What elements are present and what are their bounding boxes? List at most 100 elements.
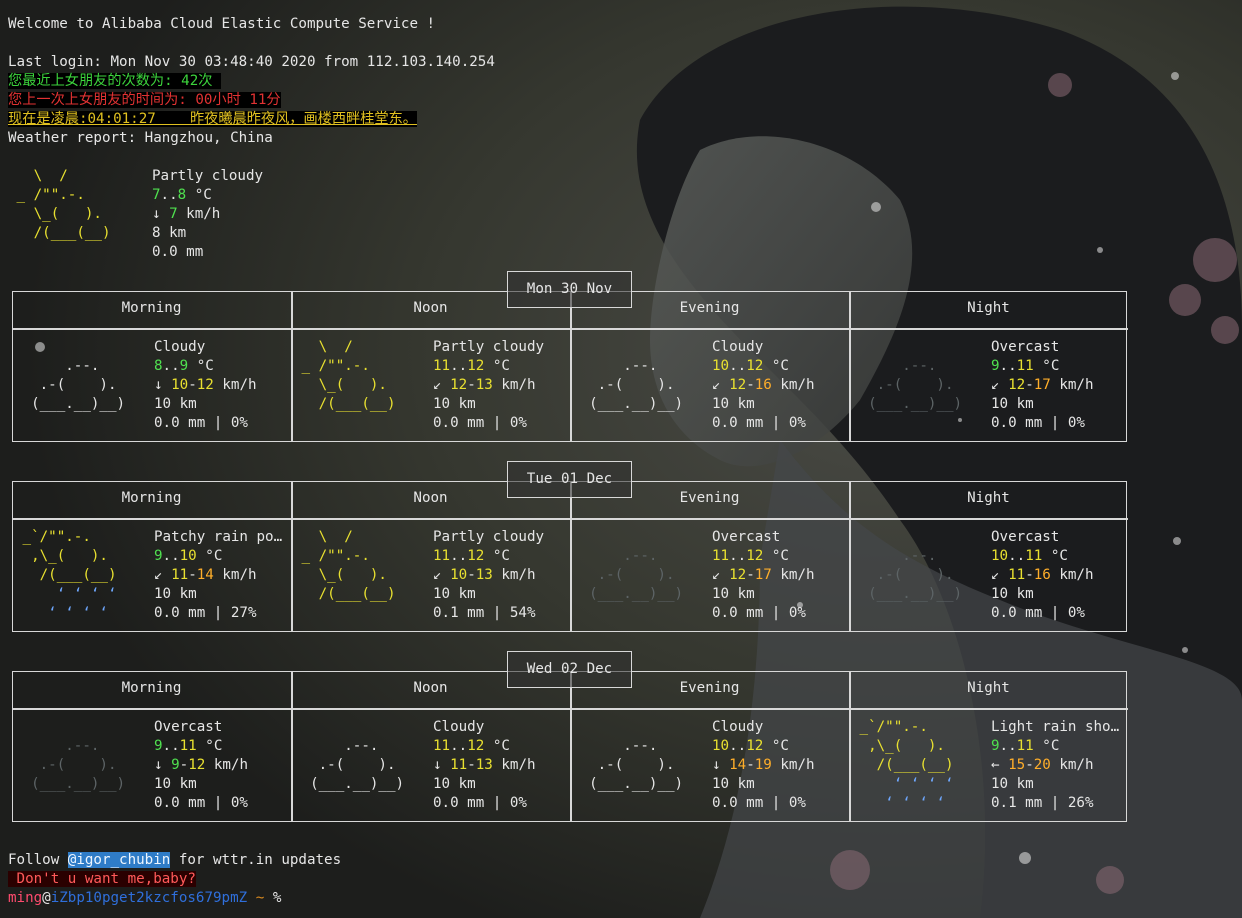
art-line: .-( ).	[572, 757, 675, 773]
current-wind: ↓ 7 km/h	[152, 206, 221, 222]
forecast-cell: .--. .-( ). (___.__)__) Overcast 10..11 °C…	[851, 528, 1130, 623]
art-line	[572, 528, 712, 547]
wind-range: ↓ 11-13 km/h	[433, 757, 536, 773]
forecast-table: Morning Noon Evening Night Mon 30 Nov .--. .…	[12, 271, 1130, 443]
condition-text: Partly cloudy	[433, 529, 545, 545]
condition-text: Overcast	[991, 339, 1060, 355]
art-line: (___.__)__)	[14, 776, 126, 792]
weather-details: Light rain sho… 9..11 °C ← 15-20 km/h 10 km…	[991, 718, 1129, 813]
motd-line-3: 现在是凌晨:04:01:27 昨夜曦晨昨夜风，画楼西畔桂堂东。	[8, 110, 417, 129]
art-line: _`/"".-.	[851, 719, 928, 735]
art-line: \ /	[293, 339, 353, 355]
current-art-line: _ /"".-.	[8, 187, 85, 203]
period-header: Night	[967, 680, 1010, 696]
condition-text: Partly cloudy	[433, 339, 545, 355]
art-line: \ /	[293, 529, 353, 545]
visibility: 10 km	[154, 586, 197, 602]
motd-line-2: 您上一次上女朋友的时间为: 00小时 11分	[8, 91, 281, 110]
art-line: .--.	[851, 548, 937, 564]
temperature-range: 9..10 °C	[154, 548, 223, 564]
art-line	[14, 338, 154, 357]
art-line: (___.__)__)	[572, 776, 684, 792]
weather-art: .--. .-( ). (___.__)__)	[293, 718, 433, 813]
motd-line-1: 您最近上女朋友的次数为: 42次	[8, 72, 221, 91]
weather-art: \ / _ /"".-. \_( ). /(___(__)	[293, 338, 433, 433]
wind-range: ↙ 12-17 km/h	[991, 377, 1094, 393]
temperature-range: 10..12 °C	[712, 738, 789, 754]
art-line	[572, 718, 712, 737]
current-art-line: /(___(__)	[8, 225, 111, 241]
visibility: 10 km	[712, 586, 755, 602]
art-line: .--.	[851, 358, 937, 374]
art-line	[293, 794, 433, 813]
prompt-path: ~	[247, 890, 265, 906]
art-line: _ /"".-.	[293, 548, 370, 564]
forecast-cell: .--. .-( ). (___.__)__) Cloudy 8..9 °C ↓ 10…	[14, 338, 293, 433]
temperature-range: 11..12 °C	[433, 548, 510, 564]
precipitation: 0.0 mm | 0%	[712, 795, 806, 811]
art-line: .--.	[572, 548, 658, 564]
weather-art: \ / _ /"".-. \_( ). /(___(__)	[293, 528, 433, 623]
art-line: ʻ ʻ ʻ ʻ	[851, 795, 945, 811]
date-label: Mon 30 Nov	[507, 271, 632, 308]
temperature-range: 9..11 °C	[991, 358, 1060, 374]
precipitation: 0.0 mm | 0%	[991, 605, 1085, 621]
precipitation: 0.0 mm | 0%	[712, 605, 806, 621]
art-line: .--.	[572, 358, 658, 374]
weather-details: Overcast 9..11 °C ↙ 12-17 km/h 10 km 0.0 mm …	[991, 338, 1129, 433]
period-header: Morning	[121, 680, 182, 696]
follow-line: Follow @igor_chubin for wttr.in updates	[8, 852, 342, 868]
shell-prompt[interactable]: ming@iZbp10pget2kzcfos679pmZ ~ %	[8, 889, 281, 908]
twitter-handle-link[interactable]: @igor_chubin	[67, 852, 171, 868]
condition-text: Cloudy	[712, 339, 764, 355]
forecast-cell: .--. .-( ). (___.__)__) Overcast 9..11 °C ↙…	[851, 338, 1130, 433]
weather-report-title: Weather report: Hangzhou, China	[8, 130, 273, 146]
current-precipitation: 0.0 mm	[152, 244, 204, 260]
current-art-line: \_( ).	[8, 206, 102, 222]
precipitation: 0.0 mm | 0%	[433, 795, 527, 811]
temperature-range: 11..12 °C	[712, 548, 789, 564]
weather-art: .--. .-( ). (___.__)__)	[14, 338, 154, 433]
weather-art: _`/"".-. ,\_( ). /(___(__) ʻ ʻ ʻ ʻ ʻ ʻ ʻ…	[851, 718, 991, 813]
wind-range: ↙ 12-13 km/h	[433, 377, 536, 393]
wind-range: ↙ 10-13 km/h	[433, 567, 536, 583]
visibility: 10 km	[991, 776, 1034, 792]
forecast-cell: \ / _ /"".-. \_( ). /(___(__) Partly clou…	[293, 528, 572, 623]
art-line: (___.__)__)	[851, 586, 963, 602]
art-line: .--.	[293, 738, 379, 754]
art-line: /(___(__)	[851, 757, 954, 773]
condition-text: Cloudy	[154, 339, 206, 355]
art-line: ,\_( ).	[851, 738, 945, 754]
motd-text-1: 您最近上女朋友的次数为: 42次	[8, 73, 221, 89]
art-line: ʻ ʻ ʻ ʻ	[851, 776, 954, 792]
visibility: 10 km	[712, 396, 755, 412]
prompt-user: ming	[8, 890, 43, 906]
art-line: .--.	[14, 358, 100, 374]
temperature-range: 9..11 °C	[154, 738, 223, 754]
art-line	[851, 604, 991, 623]
art-line: (___.__)__)	[851, 396, 963, 412]
art-line: ʻ ʻ ʻ ʻ	[14, 605, 108, 621]
precipitation: 0.0 mm | 0%	[154, 795, 248, 811]
art-line: .--.	[572, 738, 658, 754]
welcome-banner: Welcome to Alibaba Cloud Elastic Compute…	[8, 16, 436, 32]
precipitation: 0.0 mm | 27%	[154, 605, 257, 621]
art-line	[293, 414, 433, 433]
terminal-window[interactable]: Welcome to Alibaba Cloud Elastic Compute…	[0, 0, 1242, 918]
art-line: \_( ).	[293, 567, 387, 583]
forecast-cell: _`/"".-. ,\_( ). /(___(__) ʻ ʻ ʻ ʻ ʻ ʻ ʻ…	[14, 528, 293, 623]
weather-details: Cloudy 8..9 °C ↓ 10-12 km/h 10 km 0.0 mm | 0…	[154, 338, 292, 433]
precipitation: 0.0 mm | 0%	[991, 415, 1085, 431]
weather-details: Partly cloudy 11..12 °C ↙ 12-13 km/h 10 km 0…	[433, 338, 571, 433]
current-condition: Partly cloudy	[152, 168, 264, 184]
art-line	[851, 338, 991, 357]
condition-text: Cloudy	[712, 719, 764, 735]
wind-range: ↙ 12-17 km/h	[712, 567, 815, 583]
condition-text: Overcast	[991, 529, 1060, 545]
art-line: _`/"".-.	[14, 529, 91, 545]
art-line: ,\_( ).	[14, 548, 108, 564]
prompt-symbol: %	[264, 890, 282, 906]
art-line: /(___(__)	[293, 396, 396, 412]
current-temperature: 7..8 °C	[152, 187, 212, 203]
art-line	[572, 794, 712, 813]
